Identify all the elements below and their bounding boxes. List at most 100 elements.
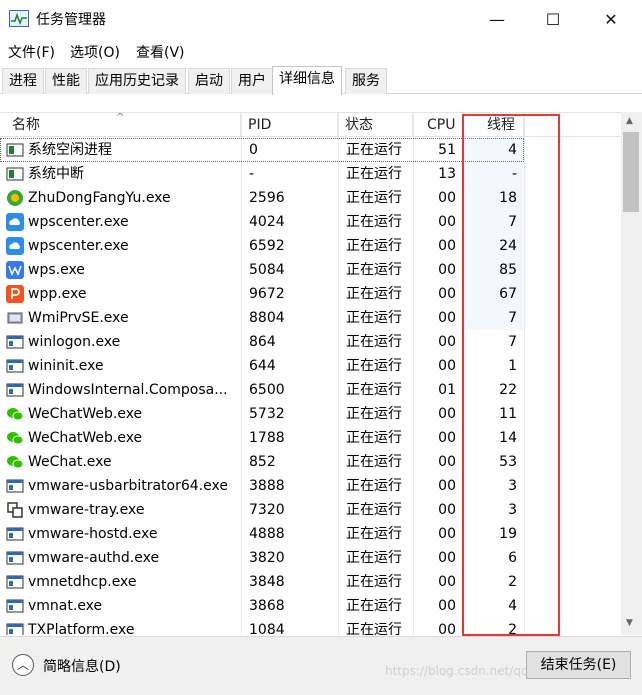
process-cpu: 00	[438, 262, 456, 278]
process-name: wps.exe	[28, 262, 85, 278]
wechat-icon	[6, 453, 24, 471]
process-pid: 3820	[249, 550, 285, 566]
process-status: 正在运行	[346, 406, 402, 422]
process-status: 正在运行	[346, 550, 402, 566]
window-icon	[6, 573, 24, 591]
column-header-name[interactable]: 名称 ^	[0, 113, 241, 137]
tab-users[interactable]: 用户	[231, 68, 273, 94]
scroll-up-icon[interactable]: ▲	[626, 116, 633, 126]
process-pid: 4888	[249, 526, 285, 542]
task-manager-icon	[9, 10, 29, 27]
wechat-icon	[6, 429, 24, 447]
system-interrupt-icon	[6, 165, 24, 183]
process-name: WeChatWeb.exe	[28, 406, 143, 422]
process-pid: 1788	[249, 430, 285, 446]
tab-services[interactable]: 服务	[345, 68, 387, 94]
menu-view[interactable]: 查看(V)	[136, 42, 185, 62]
window-icon	[6, 597, 24, 615]
wps-icon	[6, 261, 24, 279]
tab-processes[interactable]: 进程	[2, 68, 44, 94]
process-cpu: 00	[438, 574, 456, 590]
tab-performance[interactable]: 性能	[45, 68, 87, 94]
window-icon	[6, 333, 24, 351]
process-pid: 3868	[249, 598, 285, 614]
process-cpu: 00	[438, 334, 456, 350]
footer-bar: ︿ 简略信息(D) https://blog.csdn.net/qq_39502…	[0, 636, 642, 695]
process-status: 正在运行	[346, 622, 402, 635]
process-cpu: 00	[438, 238, 456, 254]
process-status: 正在运行	[346, 310, 402, 326]
window-icon	[6, 549, 24, 567]
process-name: winlogon.exe	[28, 334, 121, 350]
process-name: vmware-tray.exe	[28, 502, 145, 518]
process-pid: 3848	[249, 574, 285, 590]
process-pid: 852	[249, 454, 276, 470]
focused-row-outline	[0, 138, 524, 162]
process-cpu: 00	[438, 598, 456, 614]
process-cpu: 00	[438, 310, 456, 326]
process-name: vmware-hostd.exe	[28, 526, 158, 542]
menu-file[interactable]: 文件(F)	[8, 42, 55, 62]
threads-highlight-box	[462, 114, 560, 636]
process-pid: 1084	[249, 622, 285, 635]
process-pid: 5084	[249, 262, 285, 278]
process-pid: 644	[249, 358, 276, 374]
process-name: wininit.exe	[28, 358, 104, 374]
process-name: wpp.exe	[28, 286, 87, 302]
tab-strip: 进程 性能 应用历史记录 启动 用户 详细信息 服务	[0, 66, 642, 95]
fewer-details-link[interactable]: 简略信息(D)	[43, 656, 121, 676]
scroll-thumb[interactable]	[623, 132, 639, 212]
process-name: vmware-usbarbitrator64.exe	[28, 478, 228, 494]
process-cpu: 00	[438, 502, 456, 518]
process-name: 系统中断	[28, 166, 84, 182]
process-status: 正在运行	[346, 526, 402, 542]
process-pid: 5732	[249, 406, 285, 422]
minimize-button[interactable]: —	[474, 0, 520, 38]
process-name: WmiPrvSE.exe	[28, 310, 129, 326]
column-header-pid[interactable]: PID	[241, 113, 338, 137]
process-name: WeChatWeb.exe	[28, 430, 143, 446]
process-status: 正在运行	[346, 382, 402, 398]
process-status: 正在运行	[346, 478, 402, 494]
process-name: vmware-authd.exe	[28, 550, 160, 566]
collapse-up-icon[interactable]: ︿	[12, 654, 34, 676]
process-pid: 6500	[249, 382, 285, 398]
process-name: WeChat.exe	[28, 454, 112, 470]
vertical-scrollbar[interactable]: ▲ ▼	[621, 112, 642, 635]
tab-startup[interactable]: 启动	[188, 68, 230, 94]
process-pid: 6592	[249, 238, 285, 254]
wpp-icon	[6, 285, 24, 303]
wmi-icon	[6, 309, 24, 327]
cloud-icon	[6, 237, 24, 255]
vmware-tray-icon	[6, 501, 24, 519]
maximize-button[interactable]: ☐	[530, 0, 576, 38]
process-status: 正在运行	[346, 166, 402, 182]
column-header-status[interactable]: 状态	[338, 113, 413, 137]
window-icon	[6, 381, 24, 399]
process-cpu: 00	[438, 286, 456, 302]
scroll-down-icon[interactable]: ▼	[626, 618, 633, 628]
process-cpu: 00	[438, 478, 456, 494]
end-task-button[interactable]: 结束任务(E)	[526, 651, 631, 679]
process-name: WindowsInternal.Composa...	[28, 382, 228, 398]
cloud-icon	[6, 213, 24, 231]
process-pid: -	[249, 166, 255, 182]
tab-details[interactable]: 详细信息	[272, 66, 342, 95]
window-icon	[6, 621, 24, 635]
process-status: 正在运行	[346, 190, 402, 206]
window-icon	[6, 357, 24, 375]
process-status: 正在运行	[346, 238, 402, 254]
title-bar: 任务管理器 — ☐ ✕	[0, 0, 642, 38]
process-status: 正在运行	[346, 334, 402, 350]
process-cpu: 00	[438, 358, 456, 374]
process-status: 正在运行	[346, 574, 402, 590]
process-cpu: 13	[438, 166, 456, 182]
process-pid: 7320	[249, 502, 285, 518]
tab-app-history[interactable]: 应用历史记录	[88, 68, 186, 94]
process-cpu: 00	[438, 550, 456, 566]
window-icon	[6, 477, 24, 495]
process-pid: 3888	[249, 478, 285, 494]
column-header-cpu[interactable]: CPU	[413, 113, 463, 137]
menu-options[interactable]: 选项(O)	[70, 42, 120, 62]
close-button[interactable]: ✕	[588, 0, 634, 38]
